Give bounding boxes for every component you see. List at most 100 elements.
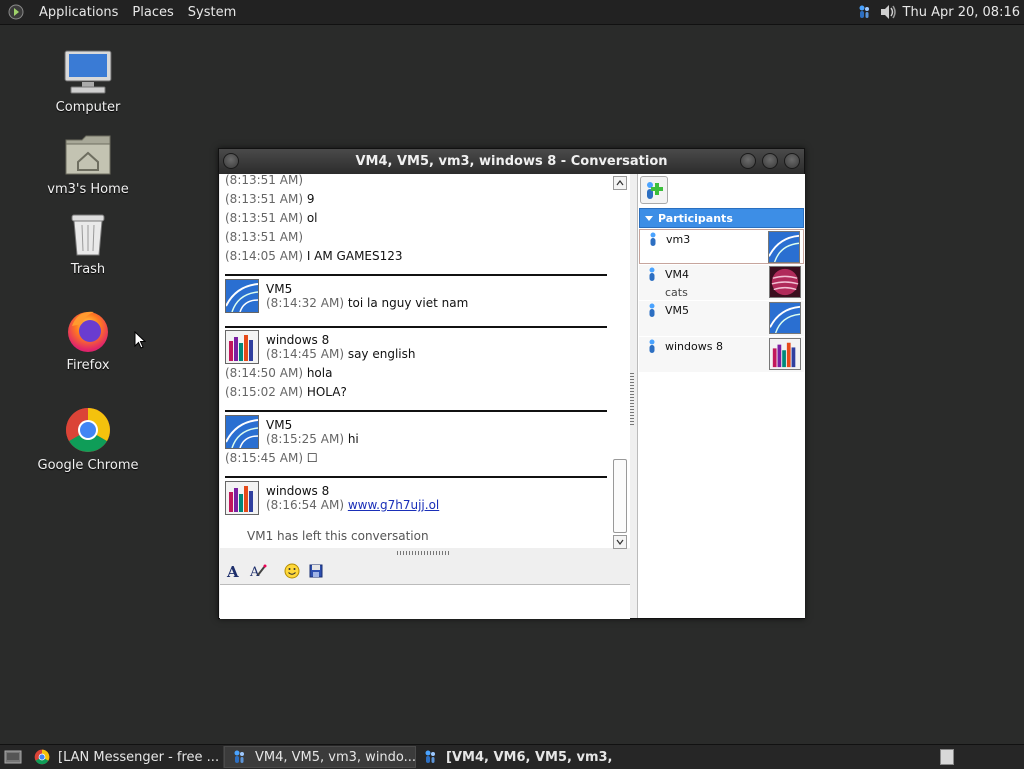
participant-windows8[interactable]: windows 8 <box>639 337 804 372</box>
participant-vm5[interactable]: VM5 <box>639 301 804 336</box>
menu-system[interactable]: System <box>181 5 243 20</box>
message-link[interactable]: www.g7h7ujj.ol <box>348 498 439 512</box>
user-icon <box>647 303 657 317</box>
vertical-splitter[interactable] <box>630 371 634 425</box>
participant-avatar <box>769 266 801 298</box>
participant-name: VM4 <box>665 268 690 281</box>
taskbar-item-conversation[interactable]: VM4, VM5, vm3, windo... <box>224 746 416 768</box>
message-line: (8:14:45 AM) say english <box>266 347 416 361</box>
minimize-button[interactable] <box>740 153 756 169</box>
scroll-up-button[interactable] <box>613 176 627 190</box>
expand-arrow-icon <box>645 216 653 221</box>
message-line: (8:15:45 AM) ☐ <box>225 451 318 465</box>
chat-scrollbar[interactable] <box>613 176 629 550</box>
message-line: (8:14:32 AM) toi la nguy viet nam <box>266 296 469 310</box>
add-contact-button[interactable] <box>640 176 668 204</box>
add-user-icon <box>647 182 663 199</box>
participants-header-label: Participants <box>658 211 733 225</box>
scroll-down-button[interactable] <box>613 535 627 549</box>
sender-name: windows 8 <box>266 333 330 347</box>
message-line: (8:15:02 AM) HOLA? <box>225 385 347 399</box>
svg-text:A: A <box>249 565 260 579</box>
font-icon[interactable]: A <box>224 561 244 581</box>
participants-header[interactable]: Participants <box>639 208 804 228</box>
desktop-icon-firefox[interactable]: Firefox <box>28 304 148 373</box>
desktop-icon-label: Firefox <box>66 358 110 373</box>
show-desktop-icon <box>4 750 22 764</box>
lan-messenger-icon[interactable] <box>855 3 873 21</box>
scroll-thumb[interactable] <box>613 459 627 533</box>
desktop-icon-computer[interactable]: Computer <box>28 46 148 115</box>
message-line: (8:14:50 AM) hola <box>225 366 333 380</box>
lan-messenger-icon <box>422 749 438 765</box>
font-color-icon[interactable]: A <box>248 561 268 581</box>
message-line: (8:13:51 AM) <box>225 174 303 187</box>
avatar-vm5 <box>225 279 259 313</box>
sender-name: windows 8 <box>266 484 330 498</box>
message-line: (8:15:25 AM) hi <box>266 432 359 446</box>
menu-applications[interactable]: Applications <box>32 5 125 20</box>
taskbar-item-label: [LAN Messenger - free ... <box>58 749 220 765</box>
chrome-icon <box>62 404 114 456</box>
user-icon <box>647 267 657 281</box>
participant-avatar <box>768 231 800 263</box>
avatar-vm5 <box>225 415 259 449</box>
emoticon-icon[interactable] <box>282 561 302 581</box>
taskbar-item-label: VM4, VM5, vm3, windo... <box>255 749 416 765</box>
message-separator <box>225 274 607 276</box>
sender-name: VM5 <box>266 282 293 296</box>
participant-name: VM5 <box>665 304 690 317</box>
chrome-icon <box>34 749 50 765</box>
mouse-cursor-icon <box>134 330 147 352</box>
chevron-down-icon <box>616 539 624 545</box>
gnome-foot-icon[interactable] <box>6 2 26 22</box>
system-tray: Thu Apr 20, 08:16 <box>849 0 1024 24</box>
desktop-icon-trash[interactable]: Trash <box>28 208 148 277</box>
sender-name: VM5 <box>266 418 293 432</box>
desktop-icon-label: Computer <box>55 100 121 115</box>
taskbar-item-chrome[interactable]: [LAN Messenger - free ... <box>28 746 224 768</box>
taskbar-item-label: [VM4, VM6, VM5, vm3,... <box>446 749 612 765</box>
message-separator <box>225 326 607 328</box>
avatar-windows8 <box>225 330 259 364</box>
taskbar-item-conversation-2[interactable]: [VM4, VM6, VM5, vm3,... <box>416 746 612 768</box>
menu-places[interactable]: Places <box>125 5 180 20</box>
workspace-switcher[interactable] <box>940 749 954 765</box>
maximize-button[interactable] <box>762 153 778 169</box>
user-icon <box>648 232 658 246</box>
format-toolbar: A A <box>220 559 630 583</box>
participant-name: windows 8 <box>665 340 723 353</box>
message-line: (8:13:51 AM) 9 <box>225 192 315 206</box>
participant-vm3[interactable]: vm3 <box>639 229 804 264</box>
home-folder-icon <box>62 128 114 180</box>
volume-icon[interactable] <box>879 3 897 21</box>
status-message: VM1 has left this conversation <box>247 529 429 543</box>
save-icon[interactable] <box>306 561 326 581</box>
participant-name: vm3 <box>666 233 691 246</box>
message-input[interactable] <box>220 584 630 619</box>
message-separator <box>225 410 607 412</box>
horizontal-splitter[interactable] <box>397 551 451 555</box>
participants-pane: Participants vm3 VM4 cats VM5 windows 8 <box>637 174 805 618</box>
close-button[interactable] <box>784 153 800 169</box>
computer-icon <box>62 46 114 98</box>
avatar-windows8 <box>225 481 259 515</box>
chat-history[interactable]: (8:13:51 AM) (8:13:51 AM) 9 (8:13:51 AM)… <box>220 174 630 548</box>
message-line: (8:13:51 AM) <box>225 230 303 244</box>
top-panel: Applications Places System Thu Apr 20, 0… <box>0 0 1024 25</box>
firefox-icon <box>62 304 114 356</box>
clock[interactable]: Thu Apr 20, 08:16 <box>903 5 1020 20</box>
window-menu-button[interactable] <box>223 153 239 169</box>
show-desktop-button[interactable] <box>0 746 28 768</box>
desktop-icon-label: Trash <box>70 262 106 277</box>
participant-avatar <box>769 338 801 370</box>
message-separator <box>225 476 607 478</box>
window-titlebar[interactable]: VM4, VM5, vm3, windows 8 - Conversation <box>219 149 804 174</box>
desktop-icon-chrome[interactable]: Google Chrome <box>28 404 148 473</box>
message-line: (8:13:51 AM) ol <box>225 211 318 225</box>
svg-text:A: A <box>226 563 239 579</box>
trash-icon <box>62 208 114 260</box>
participant-vm4[interactable]: VM4 cats <box>639 265 804 300</box>
desktop-icon-home[interactable]: vm3's Home <box>28 128 148 197</box>
message-line: (8:16:54 AM) www.g7h7ujj.ol <box>266 498 440 512</box>
